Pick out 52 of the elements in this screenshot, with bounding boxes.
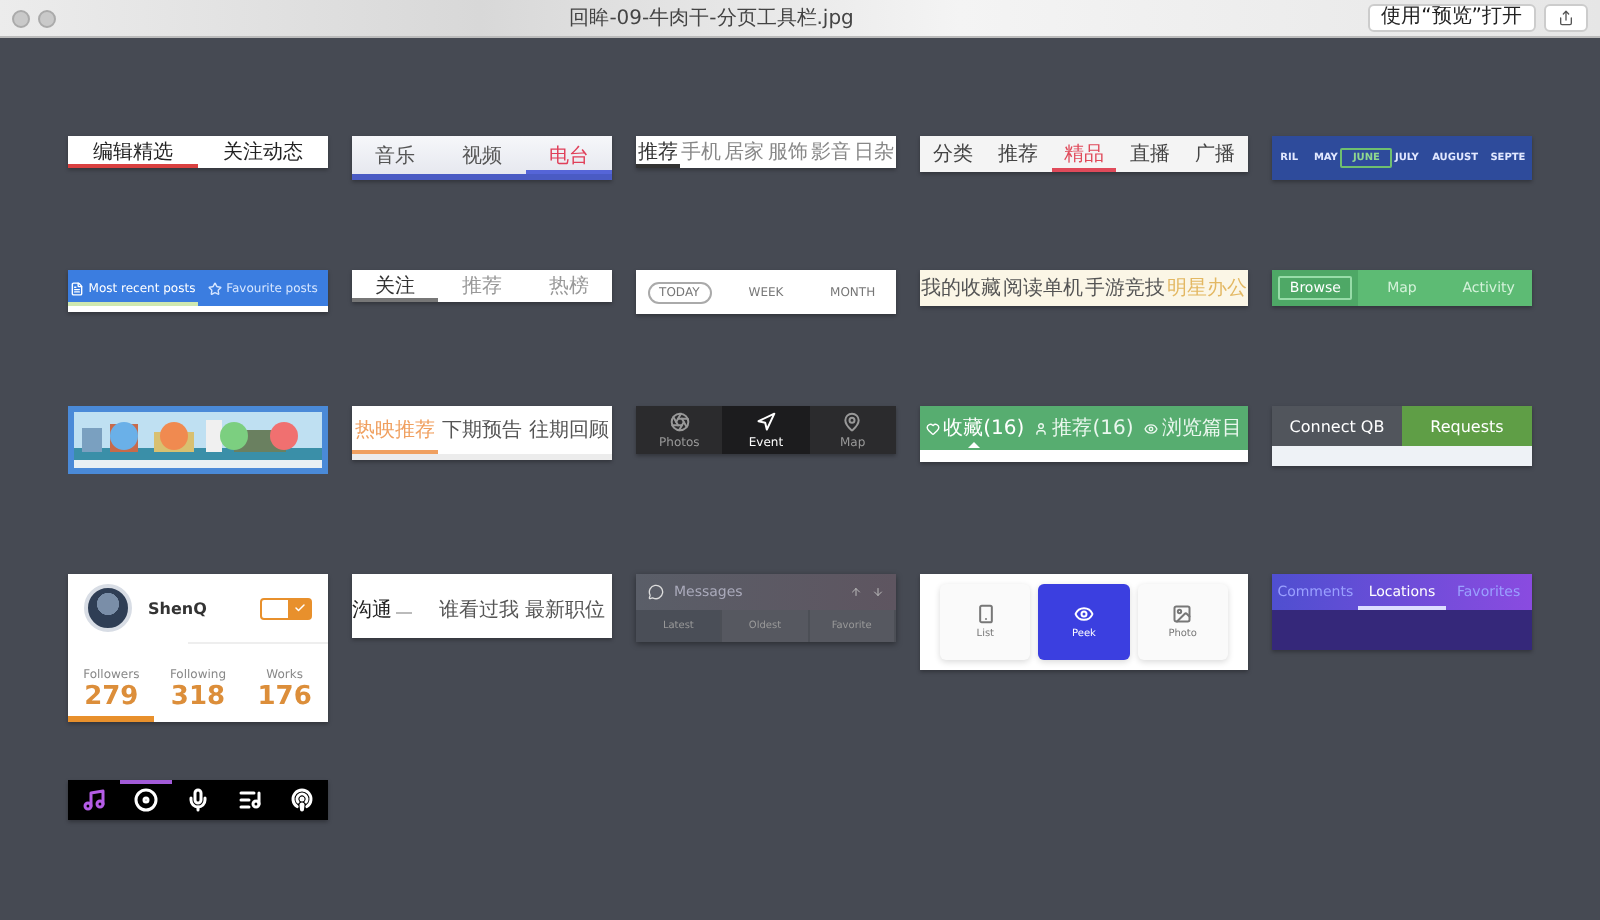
- heart-icon: [925, 421, 940, 435]
- tab[interactable]: 直播: [1116, 136, 1183, 172]
- tab[interactable]: 我的收藏: [920, 270, 1002, 306]
- tab[interactable]: 居家: [722, 136, 767, 168]
- tab[interactable]: 沟通: [352, 574, 439, 638]
- share-button[interactable]: [1544, 4, 1588, 32]
- tab[interactable]: 关注动态: [198, 136, 328, 168]
- navigation-icon: [755, 411, 776, 431]
- map-pin-icon: [842, 411, 863, 431]
- tab[interactable]: 阅读单机: [1002, 270, 1084, 306]
- tab[interactable]: 收藏(16): [920, 406, 1030, 450]
- star-icon: [208, 281, 223, 295]
- tab[interactable]: 热榜: [525, 270, 612, 302]
- tab[interactable]: Connect QB: [1272, 406, 1402, 446]
- tab[interactable]: 浏览篇目: [1138, 406, 1249, 450]
- tab[interactable]: 手游竞技: [1084, 270, 1166, 306]
- tab[interactable]: 推荐: [636, 136, 680, 168]
- underline: [396, 611, 412, 613]
- tab[interactable]: 推荐: [438, 270, 526, 302]
- tab[interactable]: 日杂: [852, 136, 897, 168]
- arrow-down-icon[interactable]: [872, 586, 884, 598]
- tab[interactable]: 音乐: [352, 136, 439, 174]
- tab[interactable]: Requests: [1402, 406, 1532, 446]
- tab[interactable]: 往期回顾: [525, 406, 612, 454]
- tab[interactable]: 广播: [1182, 136, 1248, 172]
- open-button[interactable]: 使用“预览”打开: [1367, 4, 1536, 32]
- phone-icon: [975, 604, 996, 624]
- eye-icon: [1144, 421, 1159, 435]
- tab[interactable]: 影音: [809, 136, 853, 168]
- tab[interactable]: 手机: [679, 136, 723, 168]
- tab[interactable]: 精品: [1051, 136, 1117, 172]
- window-title: 回眸-09-牛肉干-分页工具栏.jpg: [567, 5, 856, 32]
- tab[interactable]: 编辑精选: [68, 136, 198, 168]
- user-name: ShenQ: [148, 599, 209, 617]
- tab[interactable]: 最新职位: [525, 574, 612, 638]
- tab[interactable]: 推荐(16): [1029, 406, 1139, 450]
- tab[interactable]: 视频: [438, 136, 526, 174]
- person-icon: [1034, 421, 1049, 435]
- tab[interactable]: 谁看过我: [438, 574, 526, 638]
- tab[interactable]: 下期预告: [438, 406, 526, 454]
- tab[interactable]: 服饰: [766, 136, 810, 168]
- toggle-icon[interactable]: [260, 597, 312, 619]
- share-icon: [1558, 10, 1574, 26]
- tab[interactable]: 推荐: [985, 136, 1052, 172]
- avatar: [84, 584, 132, 632]
- tab[interactable]: 电台: [525, 136, 612, 174]
- eye-icon: [1073, 604, 1094, 624]
- image-icon: [1172, 604, 1193, 624]
- tab[interactable]: 分类: [920, 136, 986, 172]
- chat-icon: [648, 584, 664, 600]
- tab[interactable]: 关注: [352, 270, 439, 302]
- aperture-icon: [669, 411, 690, 431]
